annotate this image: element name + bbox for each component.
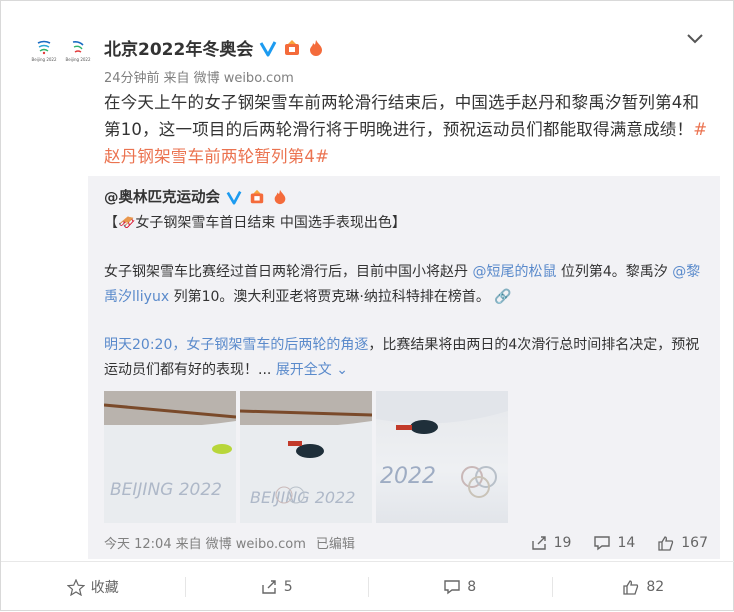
weibo-post-card: Beijing 2022 Beijing 2022 北京2022年冬奥会 24分…	[0, 0, 734, 611]
image-gallery: BEIJING 2022 BEIJING 2022	[104, 391, 508, 523]
member-badge-icon[interactable]	[283, 39, 301, 57]
source-prefix: 来自	[176, 533, 202, 552]
comment-icon	[443, 579, 461, 595]
post-meta: 24分钟前 来自 微博 weibo.com	[104, 67, 294, 86]
source-prefix: 来自	[164, 67, 190, 86]
photo-thumbnail[interactable]: BEIJING 2022	[104, 391, 236, 523]
post-time[interactable]: 24分钟前	[104, 67, 160, 86]
post-author: 北京2022年冬奥会	[104, 35, 325, 60]
fire-icon[interactable]	[271, 188, 289, 206]
favorite-label: 收藏	[91, 577, 119, 597]
like-button[interactable]: 82	[552, 562, 734, 612]
skeleton-track-photo: BEIJING 2022	[240, 391, 372, 523]
fire-icon[interactable]	[307, 39, 325, 57]
repost-text: 列第10。澳大利亚老将贾克琳·纳拉科特排在榜首。	[169, 289, 490, 305]
paralympic-emblem-icon	[69, 39, 87, 55]
skeleton-track-photo: BEIJING 2022	[104, 391, 236, 523]
comment-count: 8	[467, 579, 476, 595]
post-text: 在今天上午的女子钢架雪车前两轮滑行结束后，中国选手赵丹和黎禹汐暂列第4和第10，…	[104, 89, 710, 170]
repost-meta: 今天 12:04 来自 微博 weibo.com 已编辑	[104, 533, 508, 552]
repost-text: 女子钢架雪车比赛经过首日两轮滑行后，目前中国小将赵丹	[104, 264, 472, 280]
avatar[interactable]: Beijing 2022 Beijing 2022	[27, 37, 95, 77]
like-count: 82	[646, 579, 664, 595]
comment-button[interactable]: 8	[368, 562, 552, 612]
star-icon	[67, 579, 85, 596]
share-count: 19	[554, 535, 572, 551]
repost-author: @奥林匹克运动会	[104, 186, 289, 207]
repost-body-2: 明天20:20，女子钢架雪车的后两轮的角逐，比赛结果将由两日的4次滑行总时间排名…	[104, 333, 708, 383]
link-icon[interactable]: 🔗	[490, 289, 512, 305]
repost-share-button[interactable]: 19	[530, 535, 572, 551]
photo-caption: 2022	[380, 464, 436, 489]
repost-block: @奥林匹克运动会 【🛷女子钢架雪车首日结束 中国选手表现出色】 女子钢架雪车比赛…	[88, 176, 720, 559]
share-icon	[260, 579, 278, 595]
verified-icon	[225, 188, 243, 206]
favorite-button[interactable]: 收藏	[1, 562, 185, 612]
post-body: 在今天上午的女子钢架雪车前两轮滑行结束后，中国选手赵丹和黎禹汐暂列第4和第10，…	[104, 93, 699, 139]
beijing-2022-olympic-logo: Beijing 2022	[30, 39, 58, 75]
expand-full-text-link[interactable]: 展开全文	[276, 362, 332, 378]
photo-caption: BEIJING 2022	[110, 480, 222, 500]
avatar-caption: Beijing 2022	[31, 57, 56, 62]
comment-icon	[593, 535, 611, 551]
like-count: 167	[681, 535, 708, 551]
member-badge-icon[interactable]	[248, 188, 266, 206]
photo-thumbnail[interactable]: BEIJING 2022	[240, 391, 372, 523]
share-button[interactable]: 5	[185, 562, 369, 612]
thumbs-up-icon	[657, 535, 675, 551]
repost-author-name[interactable]: @奥林匹克运动会	[104, 186, 220, 207]
author-name[interactable]: 北京2022年冬奥会	[104, 35, 253, 60]
topic-link[interactable]: 明天20:20，女子钢架雪车的后两轮的角逐	[104, 337, 368, 353]
chevron-down-icon[interactable]	[684, 31, 706, 47]
verified-icon	[259, 39, 277, 57]
edited-label: 已编辑	[316, 533, 355, 552]
mention-link[interactable]: @短尾的松鼠	[472, 264, 556, 280]
post-source[interactable]: 微博 weibo.com	[194, 67, 294, 86]
chevron-down-icon[interactable]: ⌄	[332, 362, 348, 378]
repost-source[interactable]: 微博 weibo.com	[206, 533, 306, 552]
skeleton-track-photo: 2022	[376, 391, 508, 523]
thumbs-up-icon	[622, 579, 640, 595]
repost-title: 【🛷女子钢架雪车首日结束 中国选手表现出色】	[104, 212, 406, 232]
olympic-emblem-icon	[35, 39, 53, 55]
share-count: 5	[284, 579, 293, 595]
repost-body: 女子钢架雪车比赛经过首日两轮滑行后，目前中国小将赵丹 @短尾的松鼠 位列第4。黎…	[104, 260, 708, 310]
repost-text: 位列第4。黎禹汐	[556, 264, 672, 280]
repost-comment-button[interactable]: 14	[593, 535, 635, 551]
share-icon	[530, 535, 548, 551]
repost-footer: 今天 12:04 来自 微博 weibo.com 已编辑 19 14 167	[104, 533, 708, 552]
repost-like-button[interactable]: 167	[657, 535, 708, 551]
photo-thumbnail[interactable]: 2022	[376, 391, 508, 523]
action-bar: 收藏 5 8 82	[1, 561, 734, 612]
repost-time[interactable]: 今天 12:04	[104, 533, 172, 552]
avatar-caption: Beijing 2022	[65, 57, 90, 62]
beijing-2022-paralympic-logo: Beijing 2022	[64, 39, 92, 75]
comment-count: 14	[617, 535, 635, 551]
